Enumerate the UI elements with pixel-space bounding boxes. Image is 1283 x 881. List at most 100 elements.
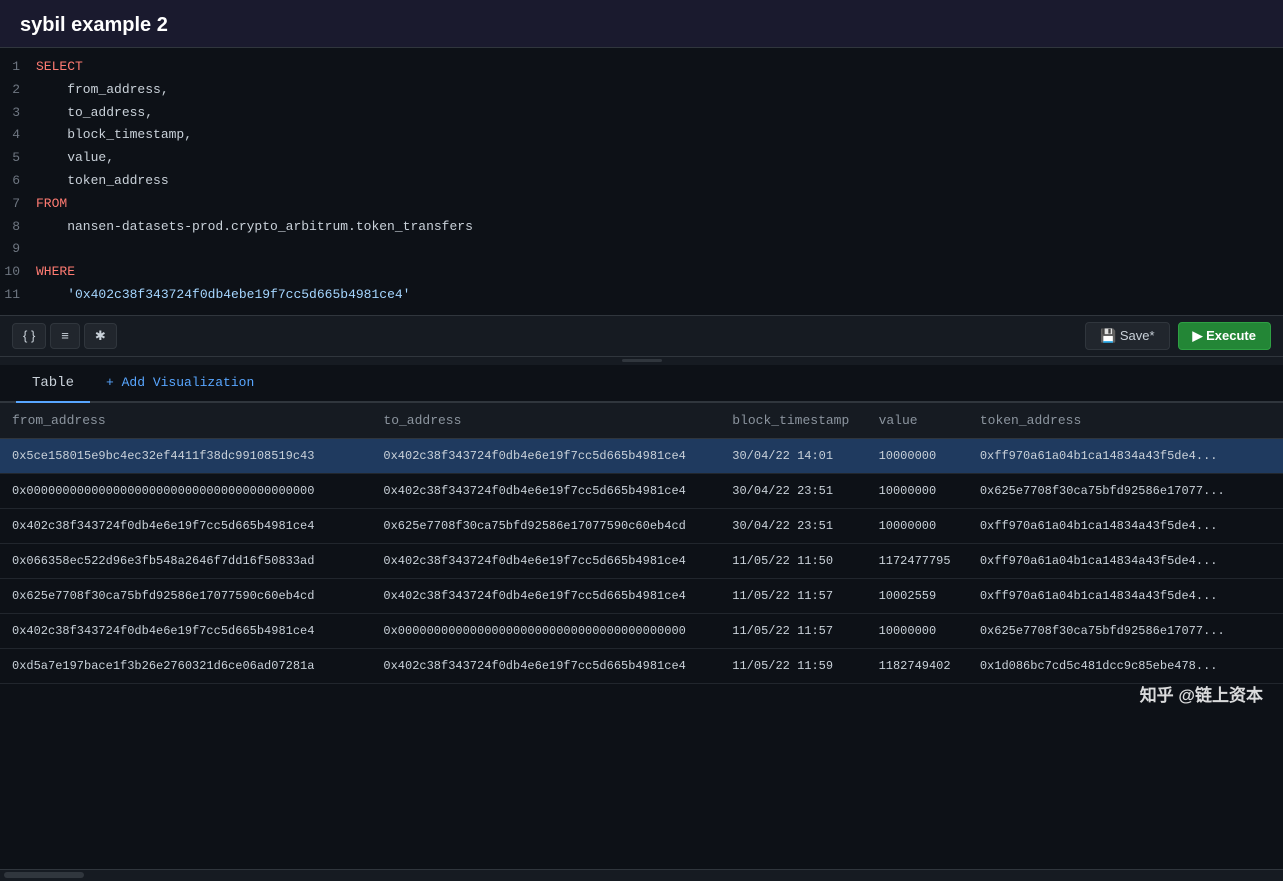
bottom-scrollbar[interactable] [0, 869, 1283, 881]
cell-value: 1182749402 [867, 648, 968, 683]
cell-token_address: 0x625e7708f30ca75bfd92586e17077... [968, 613, 1283, 648]
cell-value: 10000000 [867, 508, 968, 543]
line-content: SELECT [36, 57, 83, 78]
line-content: FROM [36, 194, 67, 215]
line-content: '0x402c38f343724f0db4ebe19f7cc5d665b4981… [36, 285, 410, 306]
table-header: from_address to_address block_timestamp … [0, 403, 1283, 439]
table-row: 0x00000000000000000000000000000000000000… [0, 473, 1283, 508]
line-content: block_timestamp, [36, 125, 192, 146]
page-title: sybil example 2 [20, 14, 1263, 37]
cell-from_address: 0x066358ec522d96e3fb548a2646f7dd16f50833… [0, 543, 371, 578]
code-line: 3 to_address, [0, 102, 1283, 125]
line-content: to_address, [36, 103, 153, 124]
header: sybil example 2 [0, 0, 1283, 47]
results-area: Table + Add Visualization from_address t… [0, 365, 1283, 881]
line-number: 5 [0, 148, 36, 169]
cell-token_address: 0x625e7708f30ca75bfd92586e17077... [968, 473, 1283, 508]
cell-token_address: 0xff970a61a04b1ca14834a43f5de4... [968, 543, 1283, 578]
cell-block_timestamp: 11/05/22 11:57 [720, 578, 866, 613]
line-number: 4 [0, 125, 36, 146]
bottom-scrollbar-thumb [4, 872, 84, 878]
cell-token_address: 0xff970a61a04b1ca14834a43f5de4... [968, 508, 1283, 543]
cell-to_address: 0x402c38f343724f0db4e6e19f7cc5d665b4981c… [371, 473, 720, 508]
table-row: 0x5ce158015e9bc4ec32ef4411f38dc99108519c… [0, 438, 1283, 473]
format-table-button[interactable]: ≡ [50, 323, 80, 349]
cell-to_address: 0x402c38f343724f0db4e6e19f7cc5d665b4981c… [371, 438, 720, 473]
execute-button[interactable]: ▶ Execute [1178, 322, 1271, 350]
cell-block_timestamp: 11/05/22 11:57 [720, 613, 866, 648]
cell-to_address: 0x625e7708f30ca75bfd92586e17077590c60eb4… [371, 508, 720, 543]
code-line: 7FROM [0, 193, 1283, 216]
code-line: 1SELECT [0, 56, 1283, 79]
table-body: 0x5ce158015e9bc4ec32ef4411f38dc99108519c… [0, 438, 1283, 683]
line-number: 9 [0, 239, 36, 260]
toolbar-left: { } ≡ ✱ [12, 323, 117, 349]
code-line: 9 [0, 238, 1283, 261]
cell-from_address: 0x402c38f343724f0db4e6e19f7cc5d665b4981c… [0, 613, 371, 648]
table-row: 0x402c38f343724f0db4e6e19f7cc5d665b4981c… [0, 613, 1283, 648]
table-container[interactable]: from_address to_address block_timestamp … [0, 403, 1283, 869]
code-line: 6 token_address [0, 170, 1283, 193]
cell-value: 10002559 [867, 578, 968, 613]
editor-area[interactable]: 1SELECT2 from_address,3 to_address,4 blo… [0, 47, 1283, 315]
table-row: 0x402c38f343724f0db4e6e19f7cc5d665b4981c… [0, 508, 1283, 543]
cell-to_address: 0x402c38f343724f0db4e6e19f7cc5d665b4981c… [371, 578, 720, 613]
results-table: from_address to_address block_timestamp … [0, 403, 1283, 684]
line-number: 8 [0, 217, 36, 238]
line-number: 11 [0, 285, 36, 306]
save-button[interactable]: 💾 Save* [1085, 322, 1170, 350]
cell-block_timestamp: 11/05/22 11:50 [720, 543, 866, 578]
results-tabs: Table + Add Visualization [0, 365, 1283, 403]
col-header-from: from_address [0, 403, 371, 439]
line-number: 3 [0, 103, 36, 124]
cell-token_address: 0xff970a61a04b1ca14834a43f5de4... [968, 438, 1283, 473]
col-header-val: value [867, 403, 968, 439]
tab-table[interactable]: Table [16, 365, 90, 403]
code-editor[interactable]: 1SELECT2 from_address,3 to_address,4 blo… [0, 48, 1283, 315]
line-number: 6 [0, 171, 36, 192]
cell-value: 10000000 [867, 438, 968, 473]
cell-from_address: 0xd5a7e197bace1f3b26e2760321d6ce06ad0728… [0, 648, 371, 683]
cell-to_address: 0x402c38f343724f0db4e6e19f7cc5d665b4981c… [371, 543, 720, 578]
code-line: 11 '0x402c38f343724f0db4ebe19f7cc5d665b4… [0, 284, 1283, 307]
cell-block_timestamp: 30/04/22 14:01 [720, 438, 866, 473]
format-other-button[interactable]: ✱ [84, 323, 117, 349]
line-number: 1 [0, 57, 36, 78]
resize-handle[interactable] [0, 357, 1283, 365]
cell-token_address: 0xff970a61a04b1ca14834a43f5de4... [968, 578, 1283, 613]
cell-block_timestamp: 30/04/22 23:51 [720, 508, 866, 543]
format-json-button[interactable]: { } [12, 323, 46, 349]
cell-from_address: 0x5ce158015e9bc4ec32ef4411f38dc99108519c… [0, 438, 371, 473]
cell-from_address: 0x402c38f343724f0db4e6e19f7cc5d665b4981c… [0, 508, 371, 543]
line-content: from_address, [36, 80, 169, 101]
col-header-token: token_address [968, 403, 1283, 439]
cell-from_address: 0x00000000000000000000000000000000000000… [0, 473, 371, 508]
cell-token_address: 0x1d086bc7cd5c481dcc9c85ebe478... [968, 648, 1283, 683]
col-header-ts: block_timestamp [720, 403, 866, 439]
table-row: 0x066358ec522d96e3fb548a2646f7dd16f50833… [0, 543, 1283, 578]
line-number: 7 [0, 194, 36, 215]
code-line: 5 value, [0, 147, 1283, 170]
cell-value: 1172477795 [867, 543, 968, 578]
code-line: 8 nansen-datasets-prod.crypto_arbitrum.t… [0, 216, 1283, 239]
code-line: 2 from_address, [0, 79, 1283, 102]
cell-to_address: 0x402c38f343724f0db4e6e19f7cc5d665b4981c… [371, 648, 720, 683]
cell-from_address: 0x625e7708f30ca75bfd92586e17077590c60eb4… [0, 578, 371, 613]
line-content: nansen-datasets-prod.crypto_arbitrum.tok… [36, 217, 473, 238]
line-content: value, [36, 148, 114, 169]
cell-to_address: 0x00000000000000000000000000000000000000… [371, 613, 720, 648]
col-header-to: to_address [371, 403, 720, 439]
table-row: 0x625e7708f30ca75bfd92586e17077590c60eb4… [0, 578, 1283, 613]
line-content: token_address [36, 171, 169, 192]
line-content: WHERE [36, 262, 75, 283]
code-line: 10WHERE [0, 261, 1283, 284]
line-number: 2 [0, 80, 36, 101]
cell-block_timestamp: 30/04/22 23:51 [720, 473, 866, 508]
toolbar: { } ≡ ✱ 💾 Save* ▶ Execute [0, 315, 1283, 357]
table-row: 0xd5a7e197bace1f3b26e2760321d6ce06ad0728… [0, 648, 1283, 683]
add-visualization-button[interactable]: + Add Visualization [90, 367, 270, 398]
cell-block_timestamp: 11/05/22 11:59 [720, 648, 866, 683]
code-line: 4 block_timestamp, [0, 124, 1283, 147]
toolbar-right: 💾 Save* ▶ Execute [1085, 322, 1271, 350]
cell-value: 10000000 [867, 613, 968, 648]
